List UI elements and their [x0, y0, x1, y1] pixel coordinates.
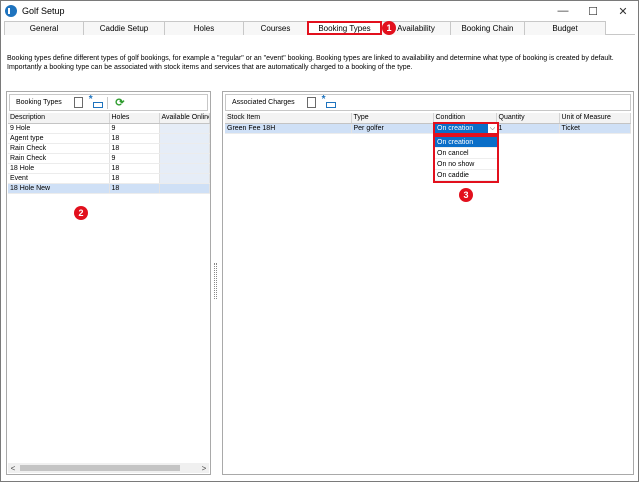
- cell-available-online[interactable]: [159, 153, 210, 164]
- cell-holes: 18: [109, 133, 160, 144]
- scroll-thumb[interactable]: [20, 465, 180, 471]
- cell-holes: 9: [109, 153, 160, 164]
- cell-available-online[interactable]: [159, 143, 210, 154]
- booking-types-panel: Booking Types ⟳ Description Holes Availa…: [6, 91, 211, 475]
- title-bar: Golf Setup — ☐ ✕: [1, 1, 638, 21]
- booking-types-label: Booking Types: [16, 99, 62, 106]
- column-header-unit-of-measure[interactable]: Unit of Measure: [559, 113, 631, 124]
- booking-types-toolbar: Booking Types ⟳: [9, 94, 208, 111]
- toolbar-separator: [106, 96, 108, 109]
- add-row-icon[interactable]: [89, 94, 103, 109]
- table-row[interactable]: Event 18: [8, 173, 210, 184]
- cell-stock-item: Green Fee 18H: [225, 123, 352, 134]
- condition-selected-value: On creation: [437, 125, 474, 132]
- condition-select[interactable]: On creation ⌵: [433, 122, 499, 135]
- cell-holes: 9: [109, 123, 160, 134]
- callout-3-badge: 3: [459, 188, 473, 202]
- table-row[interactable]: 18 Hole 18: [8, 163, 210, 174]
- associated-charges-toolbar: Associated Charges: [225, 94, 631, 111]
- cell-available-online[interactable]: [159, 173, 210, 184]
- cell-description: Agent type: [8, 133, 110, 144]
- cell-available-online[interactable]: [159, 123, 210, 134]
- add-row-icon[interactable]: [322, 94, 336, 109]
- cell-available-online[interactable]: [159, 133, 210, 144]
- option-on-creation[interactable]: On creation: [435, 137, 497, 148]
- table-row[interactable]: Agent type 18: [8, 133, 210, 144]
- scroll-right-icon[interactable]: >: [199, 464, 209, 473]
- cell-description: 9 Hole: [8, 123, 110, 134]
- tab-booking-types[interactable]: Booking Types: [307, 21, 382, 35]
- option-on-no-show[interactable]: On no show: [435, 159, 497, 170]
- cell-description: 18 Hole: [8, 163, 110, 174]
- booking-types-table: Description Holes Available Online 9 Hol…: [8, 113, 210, 194]
- cell-description: Rain Check: [8, 153, 110, 164]
- table-row-selected[interactable]: Green Fee 18H Per golfer 1 Ticket: [225, 123, 631, 134]
- cell-unit-of-measure: Ticket: [559, 123, 631, 134]
- cell-holes: 18: [109, 143, 160, 154]
- cell-description: 18 Hole New: [8, 183, 110, 194]
- table-row[interactable]: 9 Hole 9: [8, 123, 210, 134]
- table-row[interactable]: Rain Check 18: [8, 143, 210, 154]
- condition-dropdown-list: On creation On cancel On no show On cadd…: [433, 135, 499, 183]
- callout-1-badge: 1: [382, 21, 396, 35]
- page-description: Booking types define different types of …: [7, 55, 614, 71]
- table-header-row: Stock Item Type Condition Quantity Unit …: [225, 113, 631, 124]
- callout-2-badge: 2: [74, 206, 88, 220]
- horizontal-scrollbar[interactable]: < >: [8, 463, 209, 473]
- table-header-row: Description Holes Available Online: [8, 113, 210, 124]
- cell-type: Per golfer: [351, 123, 434, 134]
- cell-holes: 18: [109, 173, 160, 184]
- maximize-button[interactable]: ☐: [578, 1, 608, 21]
- column-header-holes[interactable]: Holes: [109, 113, 160, 124]
- associated-charges-table: Stock Item Type Condition Quantity Unit …: [225, 113, 631, 134]
- tab-caddie-setup[interactable]: Caddie Setup: [83, 21, 165, 35]
- scroll-left-icon[interactable]: <: [8, 464, 18, 473]
- column-header-description[interactable]: Description: [8, 113, 110, 124]
- close-button[interactable]: ✕: [608, 1, 638, 21]
- cell-available-online[interactable]: [159, 163, 210, 174]
- new-document-icon[interactable]: [73, 97, 83, 108]
- tab-holes[interactable]: Holes: [164, 21, 244, 35]
- column-header-type[interactable]: Type: [351, 113, 434, 124]
- chevron-down-icon[interactable]: ⌵: [488, 124, 497, 133]
- tab-booking-chain[interactable]: Booking Chain: [450, 21, 525, 35]
- cell-holes: 18: [109, 163, 160, 174]
- minimize-button[interactable]: —: [548, 1, 578, 21]
- cell-available-online[interactable]: [159, 183, 210, 194]
- condition-select-field[interactable]: On creation ⌵: [435, 124, 497, 133]
- table-row[interactable]: Rain Check 9: [8, 153, 210, 164]
- column-header-quantity[interactable]: Quantity: [496, 113, 560, 124]
- column-header-stock-item[interactable]: Stock Item: [225, 113, 352, 124]
- golf-setup-window: Golf Setup — ☐ ✕ General Caddie Setup Ho…: [0, 0, 639, 482]
- tab-courses[interactable]: Courses: [243, 21, 308, 35]
- panel-splitter[interactable]: [214, 263, 217, 299]
- associated-charges-label: Associated Charges: [232, 99, 295, 106]
- tab-general[interactable]: General: [4, 21, 84, 35]
- tab-bar: General Caddie Setup Holes Courses Booki…: [4, 21, 635, 35]
- cell-description: Event: [8, 173, 110, 184]
- window-title: Golf Setup: [22, 6, 65, 16]
- cell-description: Rain Check: [8, 143, 110, 154]
- tab-budget[interactable]: Budget: [524, 21, 606, 35]
- column-header-available-online[interactable]: Available Online: [159, 113, 210, 124]
- new-document-icon[interactable]: [306, 97, 316, 108]
- refresh-icon[interactable]: ⟳: [114, 97, 126, 109]
- table-row-selected[interactable]: 18 Hole New 18: [8, 183, 210, 194]
- option-on-caddie[interactable]: On caddie: [435, 170, 497, 181]
- cell-quantity[interactable]: 1: [496, 123, 560, 134]
- cell-holes: 18: [109, 183, 160, 194]
- window-controls: — ☐ ✕: [548, 1, 638, 21]
- option-on-cancel[interactable]: On cancel: [435, 148, 497, 159]
- associated-charges-panel: Associated Charges Stock Item Type Condi…: [222, 91, 634, 475]
- app-logo-icon: [5, 5, 17, 17]
